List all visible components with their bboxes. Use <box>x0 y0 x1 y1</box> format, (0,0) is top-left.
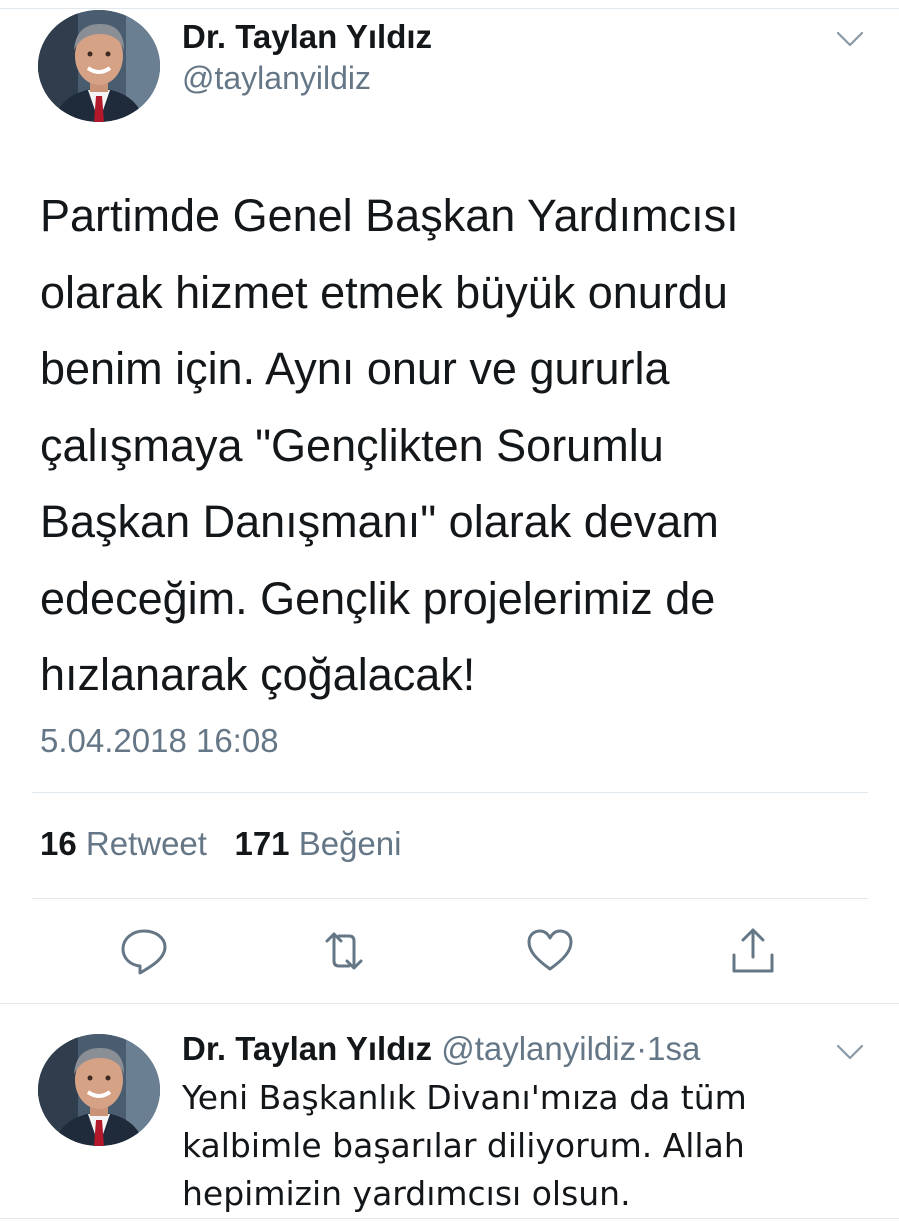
reply-avatar-photo <box>38 1034 160 1146</box>
avatar-photo <box>38 10 160 122</box>
tweet-stats: 16 Retweet 171 Beğeni <box>40 825 401 863</box>
reply-chevron-down-icon[interactable] <box>836 1043 864 1061</box>
reply-time-ago[interactable]: 1sa <box>647 1030 700 1067</box>
like-label: Beğeni <box>298 825 402 862</box>
reply-avatar[interactable] <box>38 1034 160 1146</box>
author-handle[interactable]: @taylanyildiz <box>182 60 371 97</box>
tweet-timestamp[interactable]: 5.04.2018 16:08 <box>40 722 279 760</box>
retweet-count: 16 <box>40 825 77 862</box>
reply-separator: · <box>636 1030 648 1067</box>
author-name[interactable]: Dr. Taylan Yıldız <box>182 18 432 56</box>
chevron-down-icon[interactable] <box>836 30 864 48</box>
reply-text: Yeni Başkanlık Divanı'mıza da tüm kalbim… <box>182 1078 747 1213</box>
tweet-text: Partimde Genel Başkan Yardımcısı olarak … <box>40 190 739 700</box>
top-divider <box>0 8 899 9</box>
stats-top-divider <box>32 792 868 793</box>
retweet-label: Retweet <box>85 825 207 862</box>
reply-section-divider <box>0 1003 899 1004</box>
like-icon[interactable] <box>524 925 576 977</box>
reply-header: Dr. Taylan Yıldız @taylanyildiz·1sa <box>182 1030 700 1068</box>
like-stat[interactable]: 171 Beğeni <box>234 825 401 862</box>
avatar[interactable] <box>38 10 160 122</box>
reply-icon[interactable] <box>118 925 170 977</box>
bottom-divider <box>0 1218 899 1219</box>
like-count: 171 <box>234 825 290 862</box>
stats-bottom-divider <box>32 898 868 899</box>
retweet-icon[interactable] <box>318 925 370 977</box>
share-icon[interactable] <box>727 925 779 977</box>
reply-author-handle[interactable]: @taylanyildiz <box>441 1030 636 1067</box>
retweet-stat[interactable]: 16 Retweet <box>40 825 207 862</box>
reply-author-name[interactable]: Dr. Taylan Yıldız <box>182 1030 432 1067</box>
